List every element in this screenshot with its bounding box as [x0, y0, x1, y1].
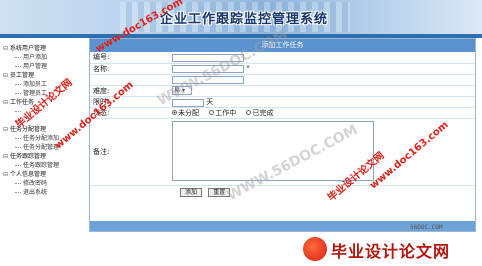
radio-icon — [246, 110, 252, 115]
level-label: 难度: — [90, 85, 172, 97]
form-row-extra — [90, 74, 475, 86]
duration-label: 限时: — [90, 96, 172, 108]
chevron-down-icon: ▾ — [181, 87, 185, 94]
extra-input[interactable] — [172, 76, 244, 84]
sidebar-group-tasks[interactable]: ⊟ 工作任务 — [3, 98, 89, 107]
form-row-note: 备注: — [90, 118, 475, 186]
sidebar-group-employees[interactable]: ⊟ 员工管理 — [3, 71, 89, 80]
panel-title: 添加工作任务 — [90, 39, 475, 52]
sidebar-group-label: 员工管理 — [10, 72, 35, 79]
form-row-number: 编号: — [90, 52, 475, 64]
note-label: 备注: — [90, 118, 172, 186]
name-input[interactable] — [172, 65, 244, 73]
sidebar-group-system-users[interactable]: ⊟ 系统用户管理 — [3, 44, 89, 53]
radio-icon — [209, 110, 215, 115]
sidebar-item-manage-users[interactable]: 用户管理 — [3, 62, 89, 71]
form-buttons: 添加 重置 — [90, 186, 475, 199]
status-radio-working[interactable]: 工作中 — [209, 108, 236, 118]
reset-button[interactable]: 重置 — [208, 187, 231, 197]
extra-label — [90, 74, 172, 86]
note-textarea[interactable] — [172, 120, 374, 181]
status-label: 状态: — [90, 107, 172, 119]
add-button[interactable]: 添加 — [180, 187, 203, 197]
sidebar-group-label: 系统用户管理 — [10, 45, 47, 52]
sidebar-group-tracking[interactable]: ⊟ 任务跟踪管理 — [3, 152, 89, 161]
add-task-panel: 添加工作任务 编号: 名称: * 难度: 易 ▾ 限时: 天 状态: 未分配 工… — [89, 38, 476, 232]
duration-input[interactable] — [172, 98, 204, 107]
duration-unit: 天 — [206, 97, 214, 106]
sidebar-item-placeholder[interactable] — [3, 116, 89, 125]
sidebar-group-label: 任务分配管理 — [10, 126, 47, 133]
expand-icon: ⊟ — [3, 171, 9, 178]
sidebar-item-logout[interactable]: 退出系统 — [3, 188, 89, 197]
expand-icon: ⊟ — [3, 72, 9, 79]
status-radio-done[interactable]: 已完成 — [246, 108, 273, 118]
sidebar-group-label: 任务跟踪管理 — [10, 153, 47, 160]
form-row-duration: 限时: 天 — [90, 96, 475, 108]
site-watermark: 56DOC.COM — [410, 224, 443, 231]
sidebar-group-personal[interactable]: ⊟ 个人信息管理 — [3, 170, 89, 179]
radio-selected-icon — [172, 110, 177, 115]
level-select[interactable]: 易 ▾ — [172, 86, 192, 95]
sidebar-item-add-assignment[interactable]: 任务分配添加 — [3, 134, 89, 143]
expand-icon: ⊟ — [3, 45, 9, 52]
form-row-status: 状态: 未分配 工作中 已完成 — [90, 107, 475, 119]
app-header: 企业工作跟踪监控管理系统 — [0, 0, 482, 34]
expand-icon: ⊟ — [3, 153, 9, 160]
sidebar-item-manage-tracking[interactable]: 任务跟踪管理 — [3, 161, 89, 170]
status-option-label: 已完成 — [252, 108, 274, 117]
expand-icon: ⊟ — [3, 126, 9, 133]
expand-icon: ⊟ — [3, 99, 9, 106]
sidebar-item-manage-employees[interactable]: 管理员工 — [3, 89, 89, 98]
status-option-label: 工作中 — [215, 108, 237, 117]
sidebar-item-placeholder[interactable] — [3, 107, 89, 116]
brand-logo: 毕业设计论文网 — [303, 232, 482, 266]
task-form: 编号: 名称: * 难度: 易 ▾ 限时: 天 状态: 未分配 工作中 已完成 — [90, 52, 475, 186]
sidebar-group-label: 工作任务 — [10, 99, 35, 106]
sidebar-item-change-password[interactable]: 修改密码 — [3, 179, 89, 188]
brand-logo-icon — [303, 237, 327, 261]
brand-text: 毕业设计论文网 — [331, 242, 451, 261]
number-label: 编号: — [90, 52, 172, 64]
status-option-label: 未分配 — [178, 108, 199, 117]
sidebar-item-add-user[interactable]: 用户添加 — [3, 53, 89, 62]
form-row-level: 难度: 易 ▾ — [90, 85, 475, 97]
required-mark: * — [246, 64, 250, 72]
sidebar-item-manage-assignment[interactable]: 任务分配管理 — [3, 143, 89, 152]
sidebar-item-add-employee[interactable]: 添加员工 — [3, 80, 89, 89]
name-label: 名称: — [90, 63, 172, 75]
app-title: 企业工作跟踪监控管理系统 — [160, 12, 329, 27]
status-radio-unassigned[interactable]: 未分配 — [172, 108, 199, 118]
form-row-name: 名称: * — [90, 63, 475, 75]
sidebar-group-assignment[interactable]: ⊟ 任务分配管理 — [3, 125, 89, 134]
level-select-value: 易 — [174, 87, 181, 94]
number-input[interactable] — [172, 53, 244, 62]
sidebar-group-label: 个人信息管理 — [10, 171, 47, 178]
sidebar-menu: ⊟ 系统用户管理 用户添加 用户管理 ⊟ 员工管理 添加员工 管理员工 ⊟ 工作任务 … — [3, 44, 89, 197]
